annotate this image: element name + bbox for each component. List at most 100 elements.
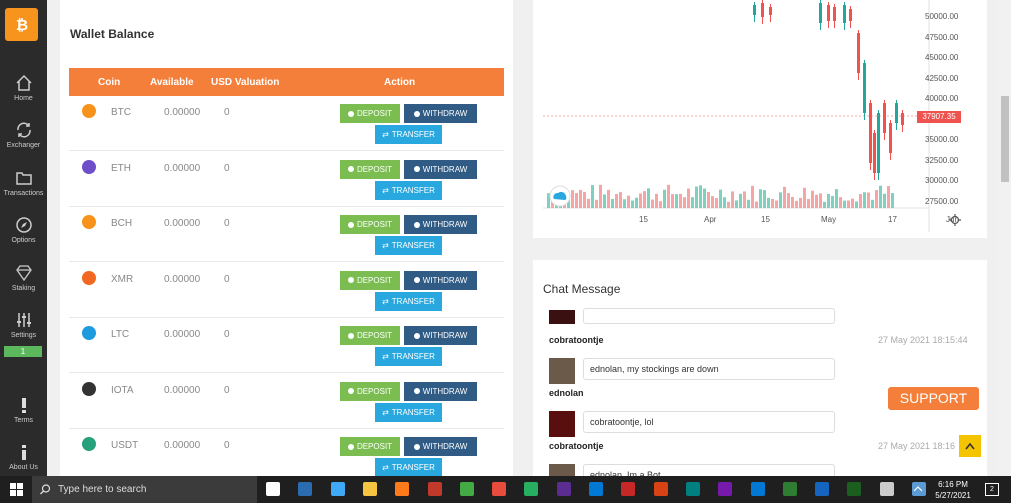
nav-exchanger[interactable]: Exchanger: [0, 121, 47, 149]
message-time: 27 May 2021 18:15:44: [878, 335, 968, 345]
transfer-icon: ⇄: [382, 296, 389, 306]
price-tick: 35000.00: [925, 135, 959, 144]
price-tick: 40000.00: [925, 94, 959, 103]
wallet-row-eth: ETH 0.00000 0 DEPOSIT WITHDRAW ⇄ TRANSFER: [69, 152, 504, 207]
info-icon: [21, 445, 26, 460]
clock-date: 5/27/2021: [935, 491, 971, 500]
price-chart-card: 50000.00 47500.00 45000.00 42500.00 40000.00…: [533, 0, 987, 238]
withdraw-button[interactable]: WITHDRAW: [404, 104, 477, 123]
publisher-icon[interactable]: [685, 482, 700, 496]
plus-circle-icon: [347, 388, 354, 394]
bitcoin-logo-icon: ₿: [15, 17, 27, 34]
coin-symbol: BTC: [111, 107, 131, 118]
transfer-button[interactable]: ⇄ TRANSFER: [375, 236, 442, 255]
transfer-button[interactable]: ⇄ TRANSFER: [375, 402, 442, 422]
transfer-icon: ⇄: [382, 463, 389, 472]
deposit-button[interactable]: DEPOSIT: [340, 381, 400, 401]
deposit-button[interactable]: DEPOSIT: [340, 159, 400, 179]
tray-chevron-icon[interactable]: [913, 485, 923, 493]
app-logo[interactable]: ₿: [5, 8, 38, 41]
nav-transactions-label: Transactions: [3, 190, 44, 197]
withdraw-button[interactable]: WITHDRAW: [404, 270, 477, 290]
transfer-button[interactable]: ⇄ TRANSFER: [375, 347, 442, 366]
deposit-button[interactable]: DEPOSIT: [340, 437, 400, 456]
deposit-button[interactable]: DEPOSIT: [340, 326, 400, 345]
transfer-icon: ⇄: [382, 185, 389, 195]
nav-settings[interactable]: Settings: [0, 311, 47, 339]
deposit-label: DEPOSIT: [356, 164, 393, 174]
wallet-row-usdt: USDT 0.00000 0 DEPOSIT WITHDRAW ⇄ TRANSFER: [69, 429, 504, 476]
withdraw-button[interactable]: WITHDRAW: [404, 159, 477, 179]
coin-available: 0.00000: [164, 384, 201, 396]
nav-home[interactable]: Home: [0, 74, 47, 102]
app-icon[interactable]: [492, 482, 507, 496]
withdraw-button[interactable]: WITHDRAW: [404, 437, 477, 456]
notification-center-icon[interactable]: 2: [985, 483, 999, 496]
deposit-button[interactable]: DEPOSIT: [340, 270, 400, 290]
app-icon[interactable]: [459, 482, 474, 496]
transfer-label: TRANSFER: [391, 185, 435, 195]
support-button[interactable]: SUPPORT: [888, 387, 979, 410]
coin-available: 0.00000: [164, 162, 201, 174]
nav-staking-label: Staking: [11, 285, 36, 292]
coin-available: 0.00000: [164, 218, 201, 229]
chart-settings-icon[interactable]: [949, 214, 961, 226]
withdraw-label: WITHDRAW: [422, 164, 468, 174]
chrome-icon[interactable]: [524, 482, 539, 496]
deposit-button[interactable]: DEPOSIT: [340, 104, 400, 123]
transfer-button[interactable]: ⇄ TRANSFER: [375, 291, 442, 311]
col-usd: USD Valuation: [211, 77, 280, 88]
excel-icon[interactable]: [847, 482, 862, 496]
visual-studio-icon[interactable]: [556, 482, 571, 496]
app-icon[interactable]: [427, 482, 442, 496]
windows-start-icon[interactable]: [10, 483, 23, 496]
transfer-button[interactable]: ⇄ TRANSFER: [375, 180, 442, 200]
project-icon[interactable]: [782, 482, 797, 496]
home-icon: [15, 74, 32, 91]
deposit-button[interactable]: DEPOSIT: [340, 215, 400, 234]
nav-staking[interactable]: Staking: [0, 264, 47, 292]
transfer-icon: ⇄: [382, 130, 389, 139]
task-view-icon[interactable]: [266, 482, 280, 496]
withdraw-button[interactable]: WITHDRAW: [404, 326, 477, 345]
withdraw-button[interactable]: WITHDRAW: [404, 381, 477, 401]
nav-options[interactable]: Options: [0, 216, 47, 244]
coin-available: 0.00000: [164, 440, 201, 451]
firefox-icon[interactable]: [395, 482, 410, 496]
access-icon[interactable]: [621, 482, 636, 496]
nav-terms[interactable]: Terms: [0, 396, 47, 424]
nav-about[interactable]: About Us: [0, 443, 47, 471]
powerpoint-icon[interactable]: [653, 482, 668, 496]
scrollbar-thumb[interactable]: [1001, 96, 1009, 182]
transfer-icon: ⇄: [382, 241, 389, 250]
coin-usd-valuation: 0: [224, 107, 230, 118]
transfer-button[interactable]: ⇄ TRANSFER: [375, 125, 442, 144]
coin-usd-valuation: 0: [224, 162, 230, 174]
minus-circle-icon: [413, 110, 420, 117]
vscode-icon[interactable]: [589, 482, 603, 496]
transfer-label: TRANSFER: [391, 352, 435, 361]
file-explorer-icon[interactable]: [362, 482, 377, 496]
sidebar: ₿ Home Exchanger Transactions Options St…: [0, 0, 47, 476]
withdraw-label: WITHDRAW: [422, 220, 468, 229]
ethereum-icon: [82, 159, 96, 174]
taskbar-search[interactable]: Type here to search: [32, 476, 257, 503]
azure-icon[interactable]: [750, 482, 765, 496]
message-username: cobratoontje: [549, 441, 604, 451]
coin-symbol: ETH: [111, 162, 131, 174]
col-available: Available: [150, 77, 194, 88]
page-scrollbar[interactable]: [998, 0, 1011, 476]
taskbar-clock[interactable]: 6:16 PM 5/27/2021: [928, 479, 978, 501]
transfer-button[interactable]: ⇄ TRANSFER: [375, 458, 442, 476]
onenote-icon[interactable]: [718, 482, 733, 496]
scroll-top-button[interactable]: [959, 435, 981, 457]
sliders-icon: [16, 313, 31, 327]
nav-transactions[interactable]: Transactions: [0, 169, 47, 197]
settings-badge: 1: [4, 346, 42, 357]
app-icon[interactable]: [879, 482, 894, 496]
calculator-icon[interactable]: [330, 482, 345, 496]
app-icon[interactable]: [298, 482, 313, 496]
withdraw-button[interactable]: WITHDRAW: [404, 215, 477, 234]
chat-title: Chat Message: [543, 282, 621, 296]
word-icon[interactable]: [815, 482, 830, 496]
